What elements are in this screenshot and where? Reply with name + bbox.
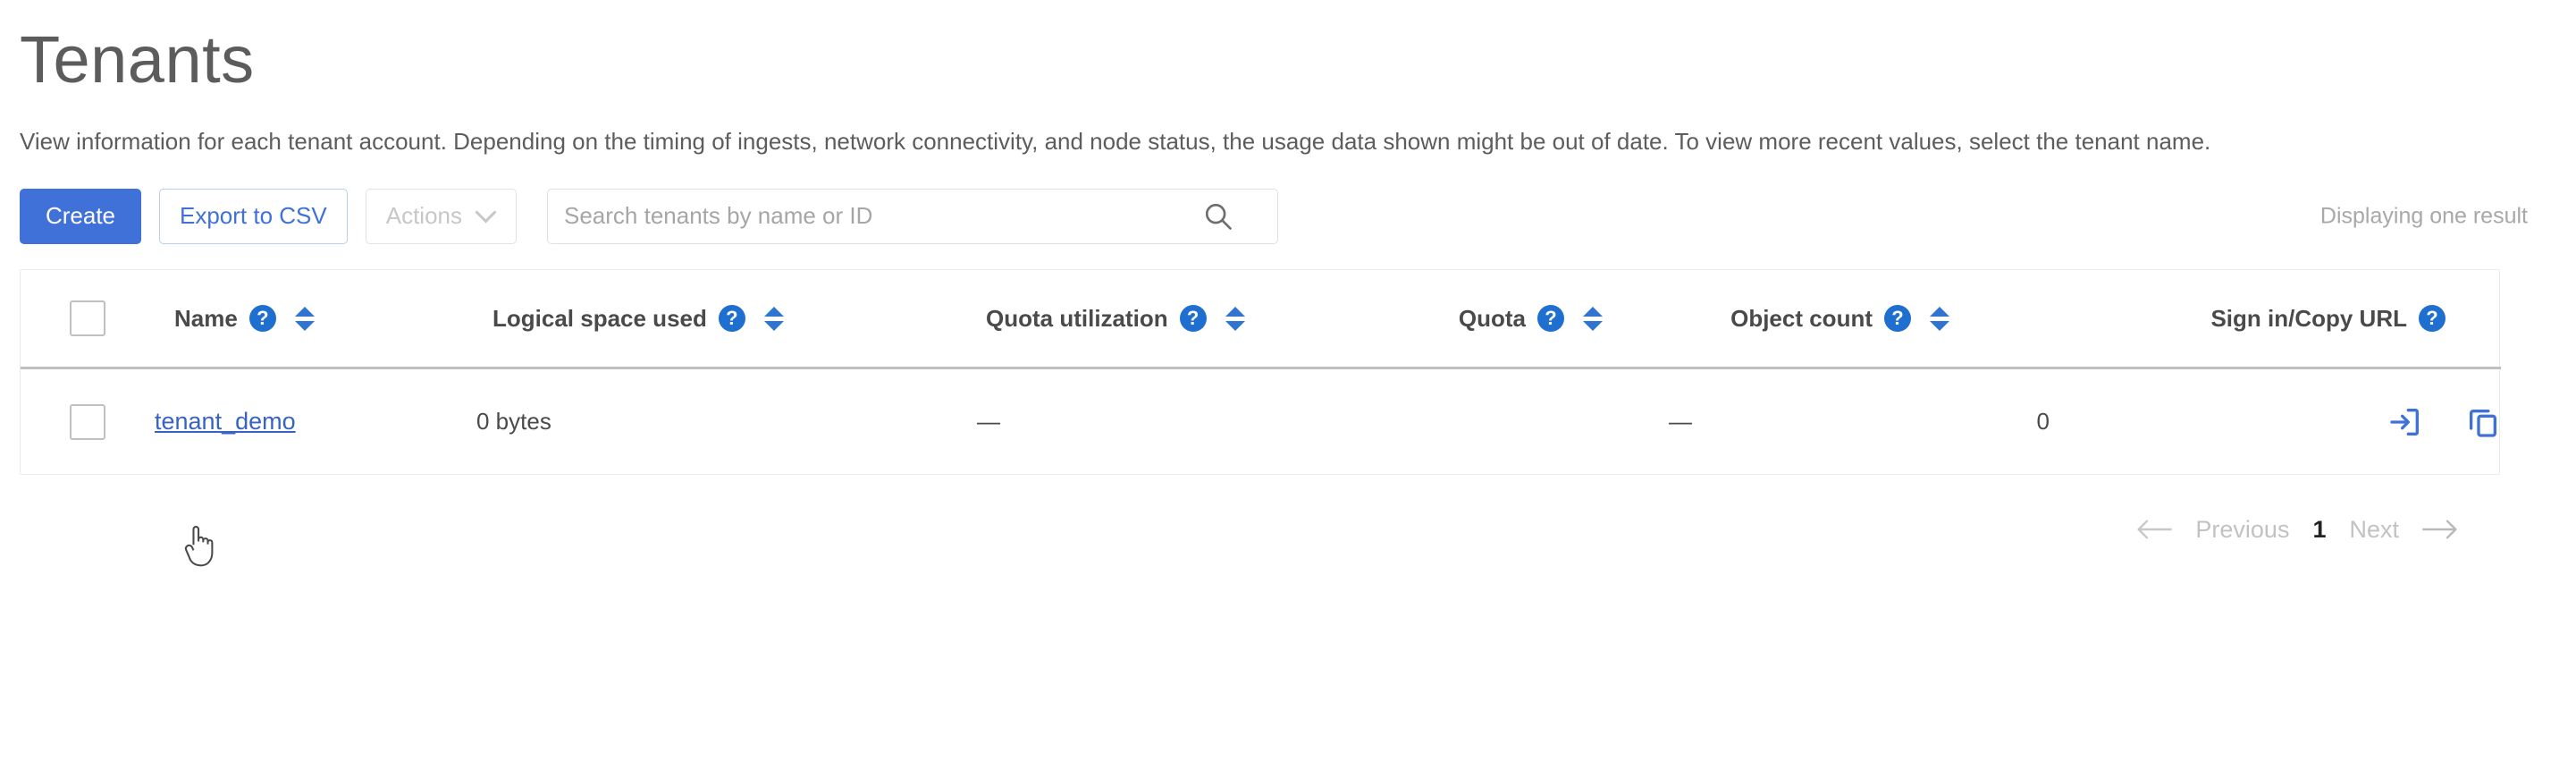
row-logical-space-used-cell: 0 bytes xyxy=(476,408,551,436)
actions-dropdown-label: Actions xyxy=(385,202,462,230)
column-header-object-count[interactable]: Object count ? xyxy=(1692,270,2050,368)
table-header-row: Name ? Logical space used ? Quota utiliz… xyxy=(21,270,2501,368)
help-icon[interactable]: ? xyxy=(718,305,745,333)
sort-icon[interactable] xyxy=(762,306,786,331)
tenants-page: Tenants View information for each tenant… xyxy=(0,14,2576,778)
column-header-sign-in-copy-url: Sign in/Copy URL ? xyxy=(2050,270,2501,368)
arrow-left-icon[interactable] xyxy=(2136,517,2173,542)
column-header-logical-space-used-label: Logical space used xyxy=(492,304,707,332)
help-icon[interactable]: ? xyxy=(2419,305,2446,333)
select-all-checkbox[interactable] xyxy=(70,300,105,337)
sign-in-icon[interactable] xyxy=(2387,404,2423,440)
table-body: tenant_demo 0 bytes — — 0 xyxy=(21,368,2501,474)
chevron-down-icon xyxy=(478,205,496,223)
column-header-object-count-label: Object count xyxy=(1730,304,1873,332)
row-quota-utilization-cell: — xyxy=(977,408,1000,436)
column-header-quota-utilization-label: Quota utilization xyxy=(986,304,1168,332)
search-input[interactable] xyxy=(547,188,1278,244)
search-icon[interactable] xyxy=(1203,201,1233,232)
help-icon[interactable]: ? xyxy=(1884,305,1911,333)
select-all-header xyxy=(21,270,155,368)
tenants-table: Name ? Logical space used ? Quota utiliz… xyxy=(21,270,2501,474)
sort-icon[interactable] xyxy=(1581,306,1604,331)
page-description: View information for each tenant account… xyxy=(20,128,2211,155)
row-quota-cell: — xyxy=(1669,408,1692,436)
sort-icon[interactable] xyxy=(1224,306,1247,331)
pagination-current-page[interactable]: 1 xyxy=(2312,516,2326,544)
row-object-count-cell: 0 xyxy=(2036,408,2050,436)
toolbar: Create Export to CSV Actions Displaying … xyxy=(20,187,2558,246)
help-icon[interactable]: ? xyxy=(1179,305,1207,333)
copy-url-icon[interactable] xyxy=(2465,404,2501,440)
search-box xyxy=(547,188,1278,244)
row-checkbox[interactable] xyxy=(70,403,105,440)
pagination: Previous 1 Next xyxy=(18,516,2558,544)
tenant-name-link[interactable]: tenant_demo xyxy=(155,408,296,435)
pagination-previous[interactable]: Previous xyxy=(2195,516,2289,544)
column-header-logical-space-used[interactable]: Logical space used ? xyxy=(476,270,977,368)
pagination-next[interactable]: Next xyxy=(2349,516,2399,544)
tenants-table-card: Name ? Logical space used ? Quota utiliz… xyxy=(20,268,2501,475)
actions-dropdown-button[interactable]: Actions xyxy=(365,188,517,244)
page-title: Tenants xyxy=(20,22,255,97)
sort-icon[interactable] xyxy=(293,306,316,331)
column-header-quota-utilization[interactable]: Quota utilization ? xyxy=(977,270,1352,368)
column-header-name[interactable]: Name ? xyxy=(155,270,476,368)
row-actions-cell xyxy=(2050,368,2501,474)
create-button[interactable]: Create xyxy=(20,188,141,244)
column-header-name-label: Name xyxy=(174,304,238,332)
column-header-quota-label: Quota xyxy=(1458,304,1526,332)
help-icon[interactable]: ? xyxy=(1537,305,1564,333)
column-header-sign-in-copy-url-label: Sign in/Copy URL xyxy=(2210,304,2407,332)
arrow-right-icon[interactable] xyxy=(2422,517,2458,542)
help-icon[interactable]: ? xyxy=(248,305,276,333)
row-name-cell: tenant_demo xyxy=(155,368,476,474)
sort-icon[interactable] xyxy=(1928,306,1951,331)
column-header-quota[interactable]: Quota ? xyxy=(1352,270,1692,368)
row-select-cell xyxy=(21,368,155,474)
result-count-label: Displaying one result xyxy=(2319,203,2528,229)
table-header: Name ? Logical space used ? Quota utiliz… xyxy=(21,270,2501,368)
export-to-csv-button[interactable]: Export to CSV xyxy=(159,188,348,244)
table-row[interactable]: tenant_demo 0 bytes — — 0 xyxy=(21,368,2501,474)
